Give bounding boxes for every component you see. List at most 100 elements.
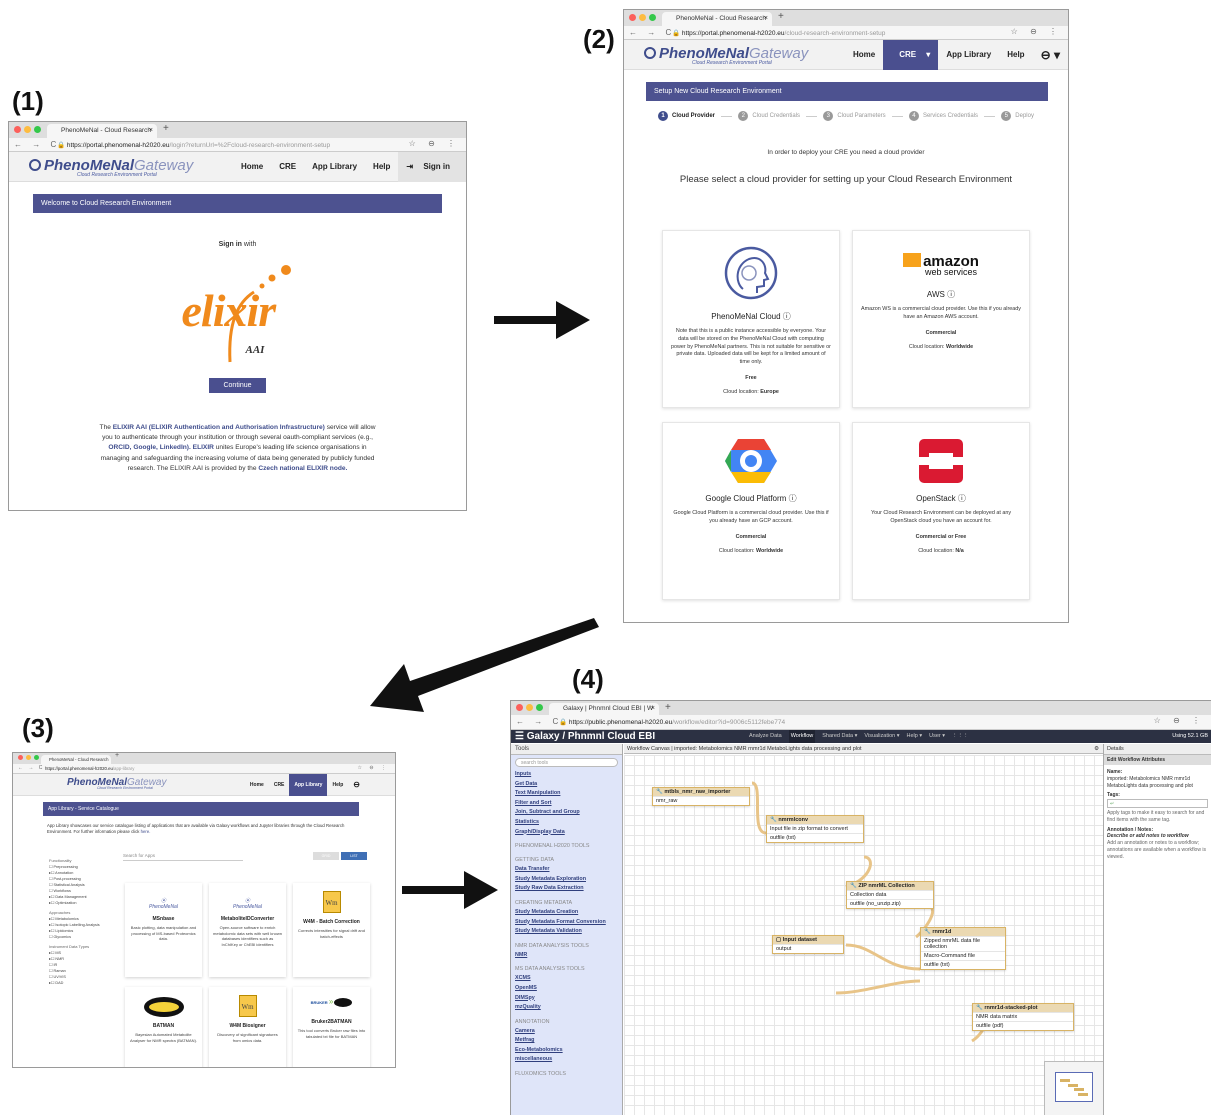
browser-tab[interactable]: PhenoMeNal - Cloud Research xyxy=(41,755,111,764)
browser-nav-icons[interactable]: ← → C xyxy=(18,765,44,771)
nav-home[interactable]: Home xyxy=(245,774,269,796)
menu-workflow[interactable]: Workflow xyxy=(788,730,816,743)
nav-cre[interactable]: CRE xyxy=(269,774,290,796)
menu-user[interactable]: User ▾ xyxy=(929,730,945,743)
tool-nmr[interactable]: NMR xyxy=(515,951,618,961)
workflow-canvas[interactable]: 🔧 mtbls_nmr_raw_importer nmr_raw 🔧 nmrml… xyxy=(624,755,1104,1115)
phenomenal-logo[interactable]: PhenoMeNalGateway Cloud Research Environm… xyxy=(644,45,808,66)
card-google-cloud[interactable]: Google Cloud Platform ⓘ Google Cloud Pla… xyxy=(662,422,840,600)
node-input[interactable]: Collection data xyxy=(847,890,933,899)
app-search-input[interactable]: Search for Apps xyxy=(123,853,243,861)
tool-metadata-creation[interactable]: Study Metadata Creation xyxy=(515,908,618,918)
grid-view-button[interactable]: GRID xyxy=(313,852,339,860)
minimize-window-icon[interactable] xyxy=(26,755,31,760)
tab-close-icon[interactable]: × xyxy=(651,703,655,715)
app-card-metaboliteidconverter[interactable]: ⦿ PhenoMeNal MetaboliteIDConverter Open-s… xyxy=(209,883,286,977)
step-deploy[interactable]: 5 Deploy xyxy=(1001,111,1034,121)
node-output[interactable]: outfile (txt) xyxy=(767,833,863,842)
nav-sign-in[interactable]: ⇥ Sign in xyxy=(398,152,466,182)
help-icon[interactable]: ⓘ xyxy=(789,494,797,503)
close-window-icon[interactable] xyxy=(14,126,21,133)
canvas-overview-minimap[interactable] xyxy=(1044,1061,1104,1115)
list-view-button[interactable]: LIST xyxy=(341,852,367,860)
browser-toolbar-icons[interactable]: ☆ ⊖ ⋮ xyxy=(1011,27,1062,36)
menu-help[interactable]: Help ▾ xyxy=(906,730,922,743)
filter-metabolomics[interactable]: ▸☐ Metabolomics xyxy=(49,916,109,921)
step-cloud-credentials[interactable]: 2 Cloud Credentials xyxy=(738,111,800,121)
maximize-window-icon[interactable] xyxy=(34,755,39,760)
node-rnmr1d[interactable]: 🔧 rnmr1d Zipped nmrML data file collecti… xyxy=(920,927,1006,970)
browser-nav-icons[interactable]: ← → C xyxy=(14,140,60,149)
node-output[interactable]: outfile (no_unzip.zip) xyxy=(847,899,933,908)
intro-link[interactable]: here. xyxy=(141,829,151,834)
minimize-window-icon[interactable] xyxy=(24,126,31,133)
browser-tab[interactable]: PhenoMeNal - Cloud Research × xyxy=(47,124,157,138)
card-phenomenal-cloud[interactable]: PhenoMeNal Cloud ⓘ Note that this is a p… xyxy=(662,230,840,408)
node-mtbls-importer[interactable]: 🔧 mtbls_nmr_raw_importer nmr_raw xyxy=(652,787,750,806)
nav-cre[interactable]: CRE xyxy=(271,152,304,182)
close-window-icon[interactable] xyxy=(629,14,636,21)
menu-shared-data[interactable]: Shared Data ▾ xyxy=(822,730,857,743)
menu-analyze-data[interactable]: Analyze Data xyxy=(749,730,782,743)
filter-lipidomics[interactable]: ▸☐ Lipidomics xyxy=(49,928,109,933)
phenomenal-logo[interactable]: PhenoMeNalGateway Cloud Research Environm… xyxy=(67,777,166,790)
apps-grid-icon[interactable]: ⋮⋮⋮ xyxy=(952,730,969,743)
app-card-bruker2batman[interactable]: BRUKER » Bruker2BATMAN This tool convert… xyxy=(293,987,370,1067)
filter-ms[interactable]: ▸☐ MS xyxy=(49,950,109,955)
url-field[interactable]: 🔒 https://portal.phenomenal-h2020.eu/clo… xyxy=(672,29,885,37)
new-tab-icon[interactable]: + xyxy=(115,753,119,759)
filter-optimization[interactable]: ▸☐ Optimization xyxy=(49,900,109,905)
node-rnmr1d-stacked-plot[interactable]: 🔧 rnmr1d-stacked-plot NMR data matrix ou… xyxy=(972,1003,1074,1031)
nav-home[interactable]: Home xyxy=(845,40,883,70)
card-aws[interactable]: amazon web services AWS ⓘ Amazon WS is a … xyxy=(852,230,1030,408)
user-avatar-icon[interactable]: ⊖ xyxy=(348,774,365,796)
tags-field[interactable]: ↵ xyxy=(1104,799,1211,808)
tool-graph-display[interactable]: Graph/Display Data xyxy=(515,828,618,838)
nav-help[interactable]: Help xyxy=(365,152,398,182)
phenomenal-logo[interactable]: PhenoMeNalGateway Cloud Research Environm… xyxy=(29,157,193,178)
nav-app-library[interactable]: App Library xyxy=(938,40,999,70)
tool-camera[interactable]: Camera xyxy=(515,1027,618,1037)
tool-miscellaneous[interactable]: miscellaneous xyxy=(515,1055,618,1065)
nav-home[interactable]: Home xyxy=(233,152,271,182)
menu-visualization[interactable]: Visualization ▾ xyxy=(864,730,899,743)
workflow-name-field[interactable]: imported: Metabolomics NMR rnmr1d Metabo… xyxy=(1104,776,1211,790)
filter-annotation[interactable]: ▸☐ Annotation xyxy=(49,870,109,875)
close-window-icon[interactable] xyxy=(18,755,23,760)
node-input[interactable]: NMR data matrix xyxy=(973,1012,1073,1021)
nav-app-library[interactable]: App Library xyxy=(304,152,365,182)
tool-study-raw-data[interactable]: Study Raw Data Extraction xyxy=(515,884,618,894)
tool-data-transfer[interactable]: Data Transfer xyxy=(515,865,618,875)
node-input[interactable]: Zipped nmrML data file collection xyxy=(921,936,1005,951)
search-tools-input[interactable]: search tools xyxy=(515,758,618,767)
browser-toolbar-icons[interactable]: ☆ ⊖ ⋮ xyxy=(358,765,389,771)
filter-post-processing[interactable]: ☐ Post-processing xyxy=(49,876,109,881)
node-input-dataset[interactable]: ▢ Input dataset output xyxy=(772,935,844,954)
desc-link-elixir[interactable]: ELIXIR xyxy=(193,444,214,451)
node-input[interactable]: Macro-Command file xyxy=(921,951,1005,960)
new-tab-icon[interactable]: + xyxy=(665,702,671,713)
filter-raman[interactable]: ☐ Raman xyxy=(49,968,109,973)
node-input[interactable]: Input file in zip format to convert xyxy=(767,824,863,833)
node-output[interactable]: outfile (txt) xyxy=(921,960,1005,969)
node-zip-collection[interactable]: 🔧 ZIP nmrML Collection Collection data o… xyxy=(846,881,934,909)
tool-get-data[interactable]: Get Data xyxy=(515,780,618,790)
filter-ir[interactable]: ☐ IR xyxy=(49,962,109,967)
minimap-viewport[interactable] xyxy=(1055,1072,1093,1102)
tool-join-subtract[interactable]: Join, Subtract and Group xyxy=(515,808,618,818)
maximize-window-icon[interactable] xyxy=(649,14,656,21)
url-field[interactable]: 🔒 https://public.phenomenal-h2020.eu/wor… xyxy=(559,718,785,726)
card-openstack[interactable]: OpenStack ⓘ Your Cloud Research Environm… xyxy=(852,422,1030,600)
app-card-w4m-batch-correction[interactable]: Wm W4M - Batch Correction Corrects inten… xyxy=(293,883,370,977)
filter-dad[interactable]: ▸☐ DAD xyxy=(49,980,109,985)
app-card-w4m-biosigner[interactable]: Wm W4M Biosigner Discovery of significan… xyxy=(209,987,286,1067)
tool-xcms[interactable]: XCMS xyxy=(515,974,618,984)
new-tab-icon[interactable]: + xyxy=(778,11,784,22)
help-icon[interactable]: ⓘ xyxy=(947,290,955,299)
browser-nav-icons[interactable]: ← → C xyxy=(516,717,562,726)
tool-statistics[interactable]: Statistics xyxy=(515,818,618,828)
desc-link-elixir-aai[interactable]: ELIXIR AAI (ELIXIR Authentication and Au… xyxy=(113,424,325,431)
tool-filter-sort[interactable]: Filter and Sort xyxy=(515,799,618,809)
browser-nav-icons[interactable]: ← → C xyxy=(629,28,675,37)
tool-openms[interactable]: OpenMS xyxy=(515,984,618,994)
